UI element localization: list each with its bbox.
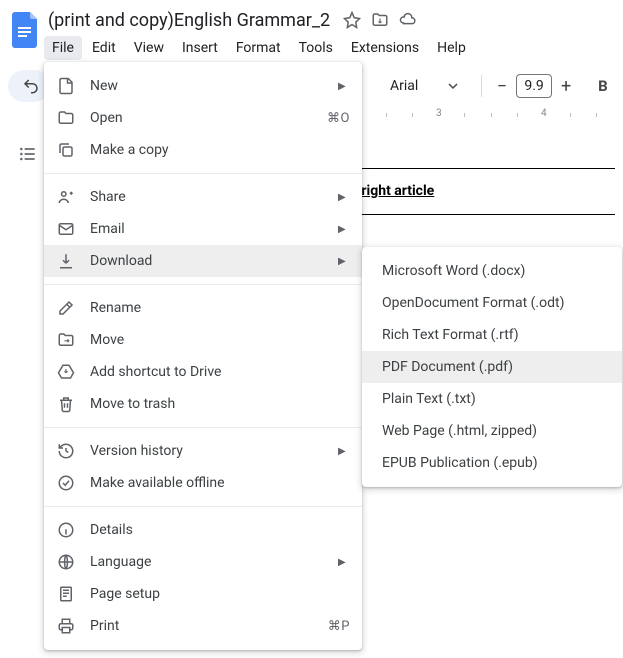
font-size-input[interactable]: 9.9: [516, 74, 552, 98]
menu-item-rename[interactable]: Rename: [44, 292, 362, 324]
menu-divider: [44, 284, 362, 285]
cloud-saved-icon[interactable]: [398, 10, 418, 30]
menu-item-print[interactable]: Print ⌘P: [44, 610, 362, 642]
menu-item-details[interactable]: Details: [44, 514, 362, 546]
share-person-icon: [56, 187, 76, 207]
shortcut-label: ⌘P: [328, 619, 350, 634]
move-icon: [56, 330, 76, 350]
menu-item-email[interactable]: Email ▶: [44, 213, 362, 245]
menu-divider: [44, 427, 362, 428]
email-icon: [56, 219, 76, 239]
submenu-arrow-icon: ▶: [338, 192, 350, 203]
left-rail: [14, 140, 42, 168]
submenu-arrow-icon: ▶: [338, 81, 350, 92]
submenu-item-txt[interactable]: Plain Text (.txt): [362, 383, 622, 415]
drive-shortcut-icon: [56, 362, 76, 382]
chevron-down-icon: [448, 81, 458, 91]
menu-tools[interactable]: Tools: [291, 36, 341, 60]
menu-item-new[interactable]: New ▶: [44, 70, 362, 102]
separator: [481, 75, 482, 97]
submenu-item-pdf[interactable]: PDF Document (.pdf): [362, 351, 622, 383]
file-menu-dropdown: New ▶ Open ⌘O Make a copy Share ▶ Email …: [44, 62, 362, 650]
info-icon: [56, 520, 76, 540]
menu-item-language[interactable]: Language ▶: [44, 546, 362, 578]
menu-extensions[interactable]: Extensions: [343, 36, 427, 60]
menu-view[interactable]: View: [126, 36, 172, 60]
menu-help[interactable]: Help: [429, 36, 474, 60]
submenu-item-odt[interactable]: OpenDocument Format (.odt): [362, 287, 622, 319]
trash-icon: [56, 394, 76, 414]
submenu-arrow-icon: ▶: [338, 224, 350, 235]
menu-item-trash[interactable]: Move to trash: [44, 388, 362, 420]
file-blank-icon: [56, 76, 76, 96]
copy-icon: [56, 140, 76, 160]
document-title[interactable]: (print and copy)English Grammar_2: [44, 8, 334, 33]
history-icon: [56, 441, 76, 461]
move-folder-icon[interactable]: [370, 10, 390, 30]
submenu-item-html[interactable]: Web Page (.html, zipped): [362, 415, 622, 447]
bold-button[interactable]: B: [591, 72, 615, 100]
folder-open-icon: [56, 108, 76, 128]
submenu-item-epub[interactable]: EPUB Publication (.epub): [362, 447, 622, 479]
menu-insert[interactable]: Insert: [174, 36, 226, 60]
download-submenu: Microsoft Word (.docx) OpenDocument Form…: [362, 247, 622, 487]
font-size-decrease[interactable]: −: [490, 74, 514, 98]
menu-item-share[interactable]: Share ▶: [44, 181, 362, 213]
menu-item-make-copy[interactable]: Make a copy: [44, 134, 362, 166]
print-icon: [56, 616, 76, 636]
menu-item-move[interactable]: Move: [44, 324, 362, 356]
font-family-label: Arial: [390, 78, 440, 94]
download-icon: [56, 251, 76, 271]
rename-pencil-icon: [56, 298, 76, 318]
ruler-tick: 4: [541, 108, 547, 119]
shortcut-label: ⌘O: [327, 111, 350, 126]
menubar: File Edit View Insert Format Tools Exten…: [44, 34, 615, 62]
menu-divider: [44, 173, 362, 174]
menu-file[interactable]: File: [44, 36, 82, 60]
app-header: (print and copy)English Grammar_2 File E…: [0, 0, 623, 62]
font-size-cluster: − 9.9 +: [490, 74, 578, 98]
menu-divider: [44, 506, 362, 507]
submenu-arrow-icon: ▶: [338, 557, 350, 568]
submenu-item-docx[interactable]: Microsoft Word (.docx): [362, 255, 622, 287]
star-icon[interactable]: [342, 10, 362, 30]
font-family-select[interactable]: Arial: [382, 72, 466, 100]
page-setup-icon: [56, 584, 76, 604]
ruler-tick: 3: [436, 108, 442, 119]
menu-format[interactable]: Format: [228, 36, 289, 60]
menu-item-add-shortcut[interactable]: Add shortcut to Drive: [44, 356, 362, 388]
menu-item-open[interactable]: Open ⌘O: [44, 102, 362, 134]
globe-icon: [56, 552, 76, 572]
submenu-arrow-icon: ▶: [338, 256, 350, 267]
font-size-increase[interactable]: +: [554, 74, 578, 98]
outline-toggle-icon[interactable]: [14, 140, 42, 168]
submenu-item-rtf[interactable]: Rich Text Format (.rtf): [362, 319, 622, 351]
menu-item-page-setup[interactable]: Page setup: [44, 578, 362, 610]
submenu-arrow-icon: ▶: [338, 446, 350, 457]
menu-edit[interactable]: Edit: [84, 36, 124, 60]
menu-item-offline[interactable]: Make available offline: [44, 467, 362, 499]
offline-icon: [56, 473, 76, 493]
docs-logo[interactable]: [8, 12, 44, 48]
menu-item-download[interactable]: Download ▶: [44, 245, 362, 277]
menu-item-version-history[interactable]: Version history ▶: [44, 435, 362, 467]
